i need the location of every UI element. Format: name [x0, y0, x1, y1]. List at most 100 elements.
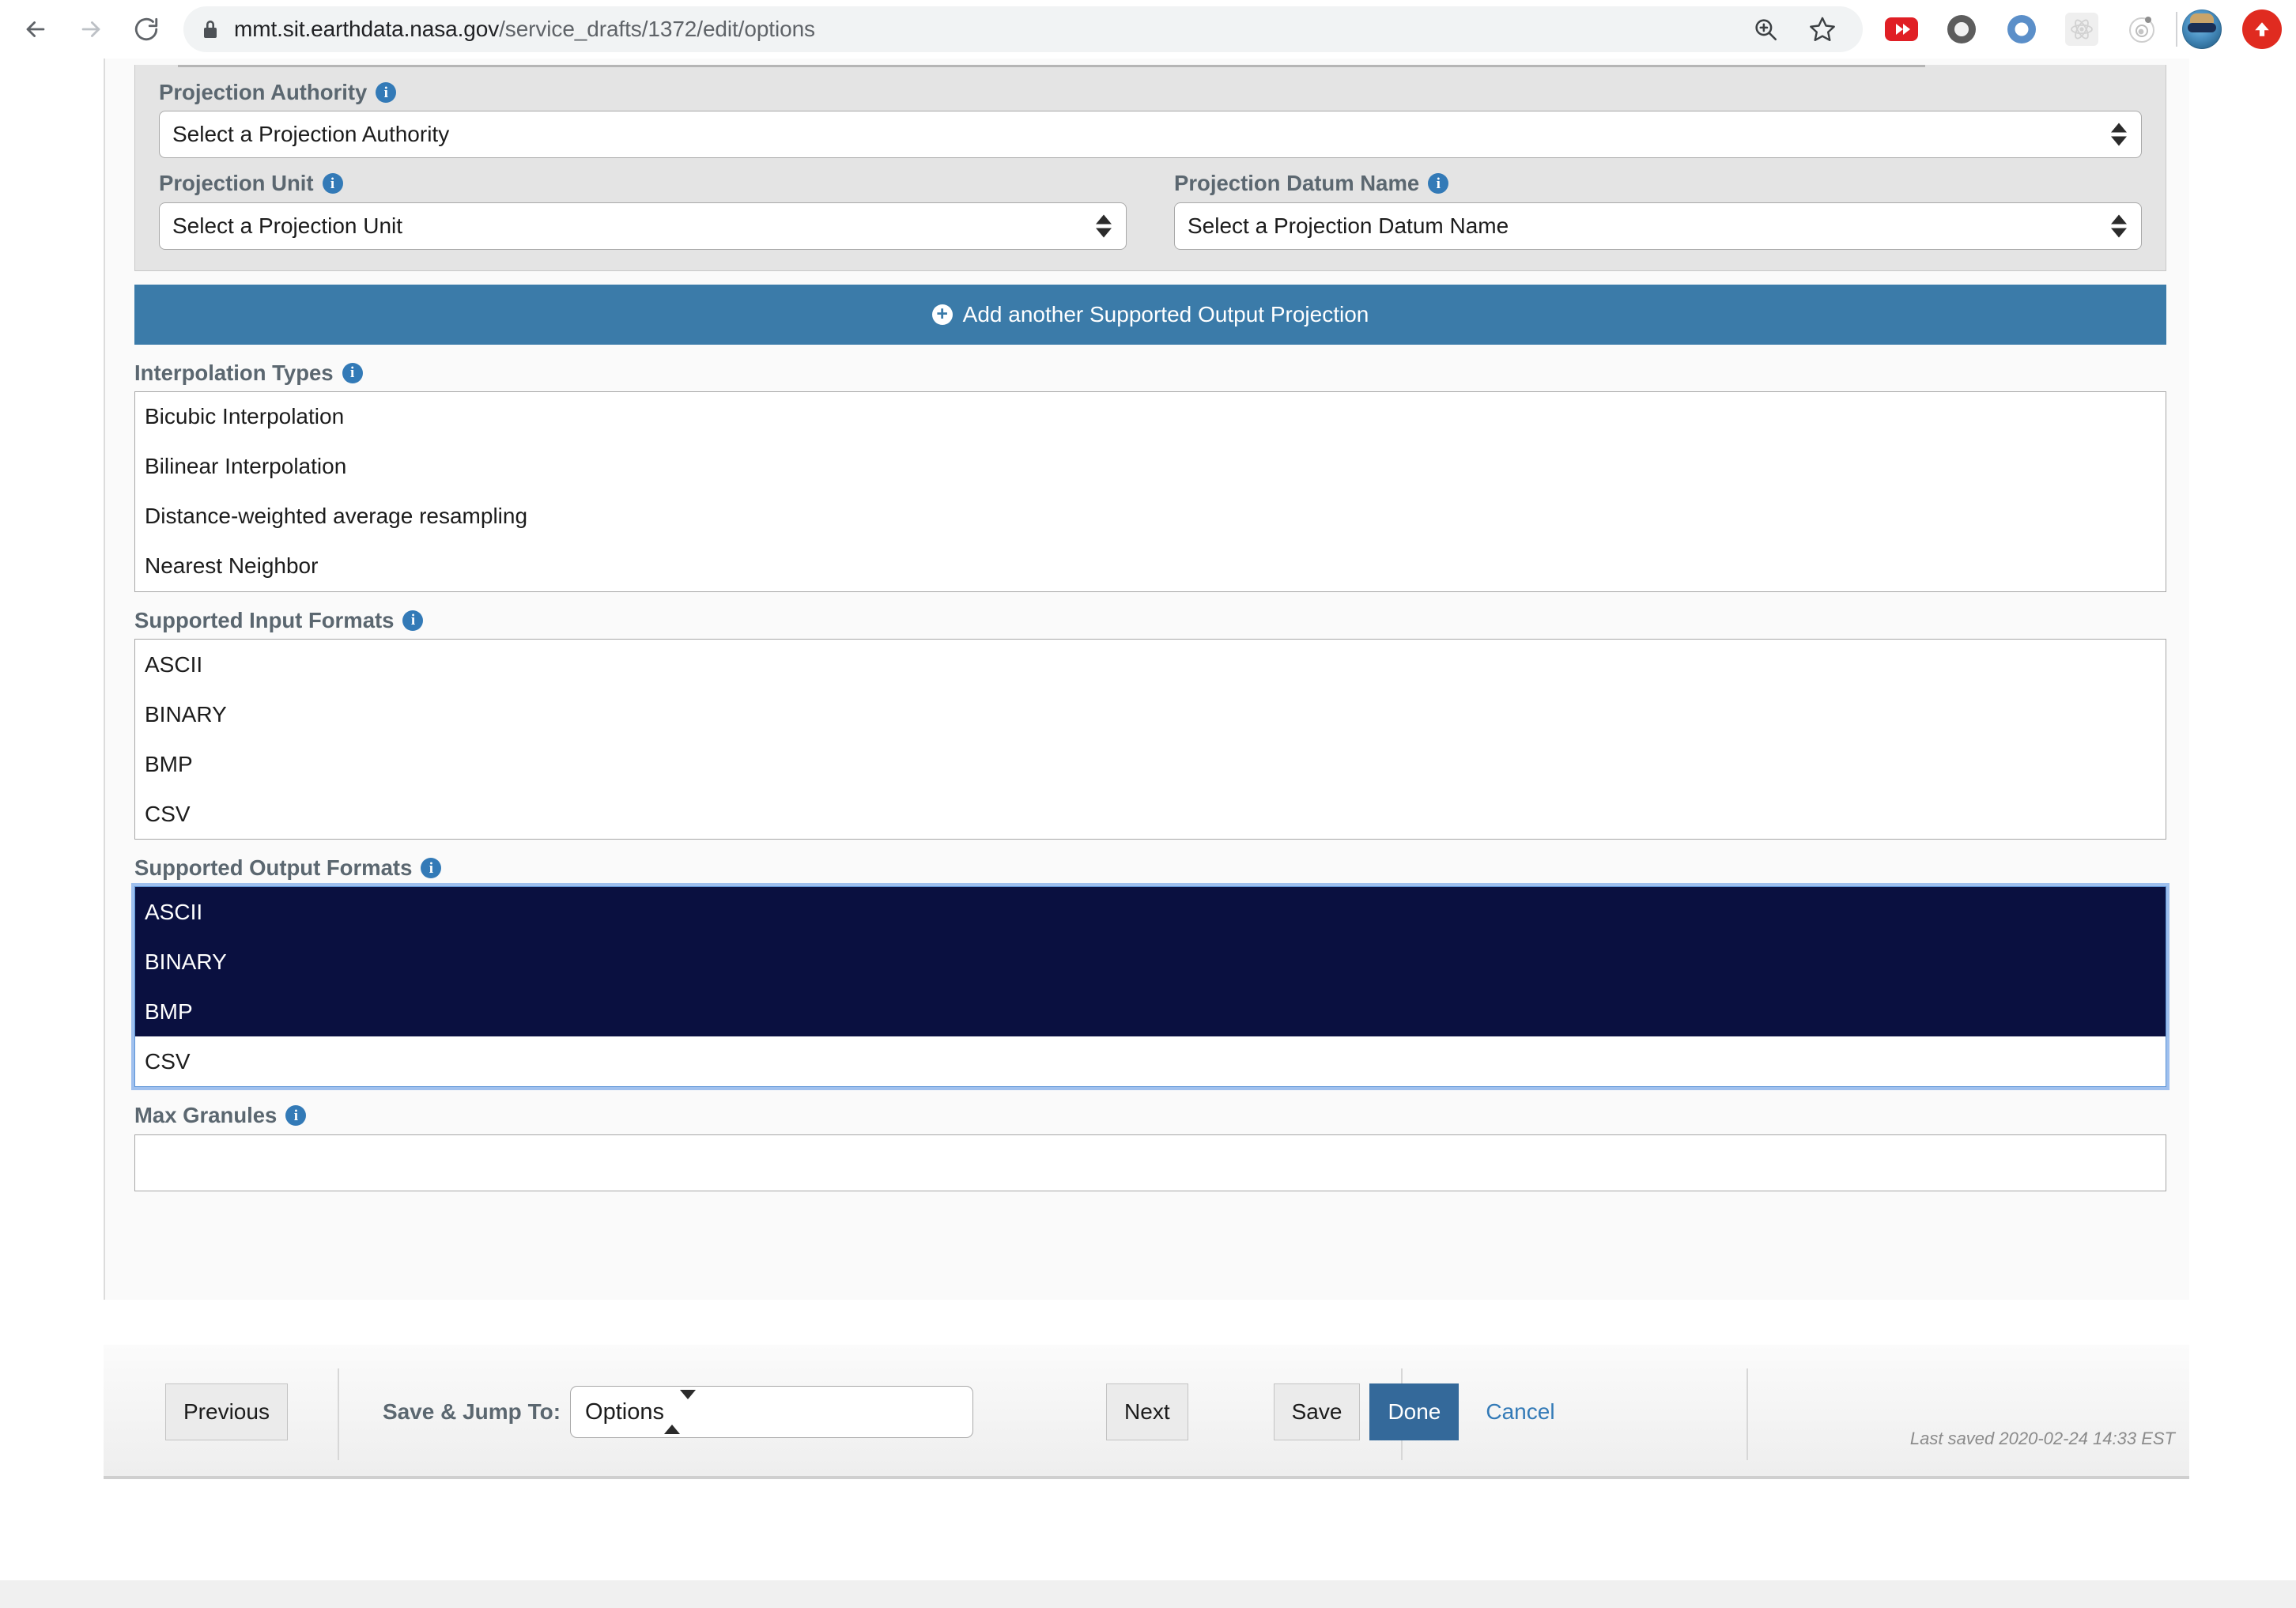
projection-authority-label: Projection Authority i	[159, 80, 2142, 104]
last-saved-text: Last saved 2020-02-24 14:33 EST	[1909, 1429, 2175, 1448]
chevron-updown-icon	[663, 1389, 696, 1434]
zoom-in-icon[interactable]	[1747, 11, 1784, 47]
projection-datum-group: Projection Datum Name i Select a Project…	[1174, 158, 2142, 250]
supported-output-formats-listbox[interactable]: ASCII BINARY BMP CSV	[134, 886, 2166, 1088]
forward-arrow-icon[interactable]	[66, 5, 115, 54]
projection-unit-label: Projection Unit i	[159, 171, 1127, 196]
footer-divider	[1747, 1368, 1748, 1460]
save-jump-value: Options	[585, 1399, 664, 1425]
reload-icon[interactable]	[122, 5, 171, 54]
back-arrow-icon[interactable]	[11, 5, 60, 54]
projection-unit-datum-row: Projection Unit i Select a Projection Un…	[159, 158, 2142, 250]
list-item[interactable]: Bilinear Interpolation	[135, 442, 2166, 492]
interpolation-types-section: Interpolation Types i Bicubic Interpolat…	[134, 360, 2166, 592]
footer-inner: Previous Save & Jump To: Options Next Sa…	[104, 1345, 2189, 1476]
plus-circle-icon: +	[931, 304, 953, 325]
max-granules-input[interactable]	[134, 1134, 2166, 1191]
list-item[interactable]: BINARY	[135, 937, 2166, 987]
projection-authority-value: Select a Projection Authority	[172, 122, 450, 147]
list-item[interactable]: Distance-weighted average resampling	[135, 492, 2166, 542]
projection-datum-select[interactable]: Select a Projection Datum Name	[1174, 202, 2142, 250]
address-bar[interactable]: mmt.sit.earthdata.nasa.gov/service_draft…	[183, 6, 1863, 52]
add-button-label: Add another Supported Output Projection	[962, 301, 1369, 327]
max-granules-label-text: Max Granules	[134, 1103, 278, 1128]
projection-datum-label-text: Projection Datum Name	[1174, 171, 1420, 196]
info-icon[interactable]: i	[376, 82, 397, 104]
supported-output-formats-label: Supported Output Formats i	[134, 855, 2166, 880]
supported-input-formats-listbox[interactable]: ASCII BINARY BMP CSV	[134, 639, 2166, 840]
save-and-jump-group: Save & Jump To: Options	[288, 1345, 974, 1479]
supported-output-formats-section: Supported Output Formats i ASCII BINARY …	[134, 855, 2166, 1088]
list-item[interactable]: ASCII	[135, 640, 2166, 689]
save-jump-select[interactable]: Options	[570, 1386, 974, 1438]
interpolation-types-label: Interpolation Types i	[134, 360, 2166, 385]
previous-button[interactable]: Previous	[165, 1383, 288, 1440]
supported-input-formats-label-text: Supported Input Formats	[134, 607, 395, 632]
list-item[interactable]: CSV	[135, 1036, 2166, 1086]
info-icon[interactable]: i	[285, 1105, 307, 1127]
list-item[interactable]: Nearest Neighbor	[135, 542, 2166, 591]
grey-ring-extension-icon[interactable]	[1943, 11, 1980, 47]
max-granules-label: Max Granules i	[134, 1103, 2166, 1128]
profile-avatar[interactable]	[2182, 9, 2222, 49]
cancel-button[interactable]: Cancel	[1481, 1399, 1559, 1425]
url-path: /service_drafts/1372/edit/options	[499, 17, 815, 41]
page-viewport: Projection Authority i Select a Projecti…	[0, 59, 2296, 1608]
chevron-updown-icon	[2111, 123, 2127, 146]
next-group: Next	[973, 1345, 1188, 1479]
projection-datum-label: Projection Datum Name i	[1174, 171, 2142, 196]
url-text: mmt.sit.earthdata.nasa.gov/service_draft…	[234, 17, 815, 42]
lock-icon	[201, 18, 220, 40]
react-devtools-icon[interactable]	[2064, 11, 2100, 47]
toolbar-divider	[2176, 12, 2177, 47]
projection-unit-group: Projection Unit i Select a Projection Un…	[159, 158, 1127, 250]
list-item[interactable]: Bicubic Interpolation	[135, 392, 2166, 442]
previous-group: Previous	[104, 1345, 288, 1479]
browser-toolbar: mmt.sit.earthdata.nasa.gov/service_draft…	[0, 0, 2296, 59]
projection-unit-select[interactable]: Select a Projection Unit	[159, 202, 1127, 250]
next-button[interactable]: Next	[1106, 1383, 1188, 1440]
projection-unit-value: Select a Projection Unit	[172, 213, 403, 238]
add-another-supported-output-projection-button[interactable]: + Add another Supported Output Projectio…	[134, 284, 2166, 345]
chevron-updown-icon	[2111, 214, 2127, 237]
list-item[interactable]: BMP	[135, 739, 2166, 789]
interpolation-types-listbox[interactable]: Bicubic Interpolation Bilinear Interpola…	[134, 391, 2166, 592]
list-item[interactable]: BINARY	[135, 689, 2166, 739]
page-bottom-area	[0, 1580, 2296, 1608]
projection-authority-select[interactable]: Select a Projection Authority	[159, 111, 2142, 159]
max-granules-section: Max Granules i	[134, 1103, 2166, 1222]
star-icon[interactable]	[1804, 11, 1841, 47]
form-content-area: Projection Authority i Select a Projecti…	[104, 59, 2189, 1300]
done-button[interactable]: Done	[1369, 1383, 1460, 1440]
save-button[interactable]: Save	[1273, 1383, 1361, 1440]
list-item[interactable]: ASCII	[135, 887, 2166, 938]
supported-output-formats-label-text: Supported Output Formats	[134, 855, 413, 880]
page-body: Projection Authority i Select a Projecti…	[0, 59, 2296, 1523]
supported-output-projection-panel: Projection Authority i Select a Projecti…	[134, 65, 2166, 271]
info-icon[interactable]: i	[421, 858, 442, 879]
projection-datum-value: Select a Projection Datum Name	[1188, 213, 1509, 238]
info-icon[interactable]: i	[322, 173, 343, 194]
save-jump-label: Save & Jump To:	[382, 1399, 561, 1424]
info-icon[interactable]: i	[402, 610, 424, 631]
supported-input-formats-section: Supported Input Formats i ASCII BINARY B…	[134, 607, 2166, 840]
orbit-extension-icon[interactable]	[2124, 11, 2160, 47]
omnibox-actions	[1747, 11, 1845, 47]
info-icon[interactable]: i	[1428, 173, 1449, 194]
form-action-footer: Previous Save & Jump To: Options Next Sa…	[104, 1345, 2189, 1479]
youtube-extension-icon[interactable]	[1883, 11, 1920, 47]
chevron-updown-icon	[1096, 214, 1112, 237]
navigation-buttons	[11, 5, 171, 54]
list-item[interactable]: CSV	[135, 789, 2166, 839]
list-item[interactable]: BMP	[135, 987, 2166, 1037]
url-host: mmt.sit.earthdata.nasa.gov	[234, 17, 500, 41]
panel-top-divider	[178, 65, 1925, 67]
projection-authority-label-text: Projection Authority	[159, 80, 368, 104]
update-arrow-icon[interactable]	[2242, 9, 2282, 49]
info-icon[interactable]: i	[342, 362, 363, 383]
interpolation-types-label-text: Interpolation Types	[134, 360, 334, 385]
projection-unit-label-text: Projection Unit	[159, 171, 314, 196]
extension-icons	[1883, 11, 2160, 47]
supported-input-formats-label: Supported Input Formats i	[134, 607, 2166, 632]
blue-ring-extension-icon[interactable]	[2003, 11, 2040, 47]
